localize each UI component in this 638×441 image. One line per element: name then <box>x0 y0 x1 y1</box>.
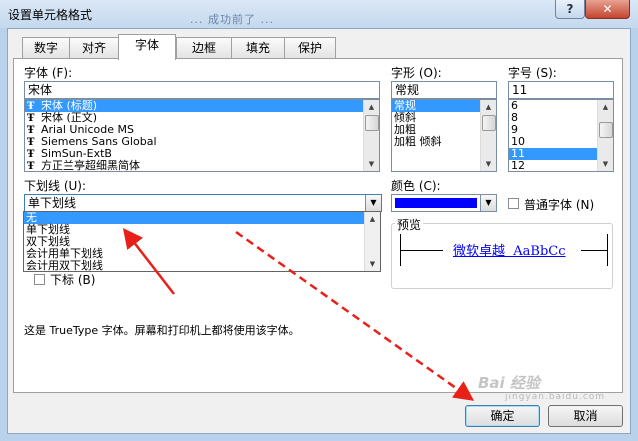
tab-number[interactable]: 数字 <box>22 37 70 59</box>
scroll-down-icon[interactable]: ▼ <box>364 157 379 171</box>
preview-frame: 微软卓越 AaBbCc <box>400 234 608 266</box>
scroll-down-icon[interactable]: ▼ <box>481 157 496 171</box>
tab-border[interactable]: 边框 <box>176 37 232 59</box>
close-icon: ✕ <box>602 2 613 16</box>
font-input[interactable]: 宋体 <box>24 81 380 99</box>
preview-baseline-right <box>581 250 607 251</box>
font-list[interactable]: Ŧ 宋体 (标题) Ŧ 宋体 (正文) Ŧ Arial Unicode MS Ŧ Sie… <box>24 99 380 172</box>
preview-text: 微软卓越 AaBbCc <box>453 244 566 259</box>
normal-font-label: 普通字体 (N) <box>524 198 595 212</box>
style-list[interactable]: 常规 倾斜 加粗 加粗 倾斜 ▲ ▼ <box>391 99 497 172</box>
ok-button[interactable]: 确定 <box>465 405 540 427</box>
cancel-button[interactable]: 取消 <box>548 405 623 427</box>
size-list[interactable]: 6 8 9 10 11 12 ▲ ▼ <box>508 99 614 172</box>
subscript-checkbox[interactable] <box>34 274 45 285</box>
list-item[interactable]: Ŧ 方正兰亭超细黑简体 <box>25 160 379 172</box>
underline-value: 单下划线 <box>28 196 77 210</box>
help-button[interactable]: ? <box>555 0 585 19</box>
size-list-scrollbar[interactable]: ▲ ▼ <box>597 100 613 171</box>
scroll-up-icon[interactable]: ▲ <box>598 100 613 114</box>
scroll-up-icon[interactable]: ▲ <box>364 100 379 114</box>
preview-label: 预览 <box>395 216 424 233</box>
tab-font[interactable]: 字体 <box>118 34 176 60</box>
scroll-thumb[interactable] <box>365 115 379 131</box>
tab-fill[interactable]: 填充 <box>231 37 285 59</box>
close-button[interactable]: ✕ <box>585 0 630 19</box>
watermark-logo: Bai 经验 <box>478 374 540 392</box>
size-label: 字号 (S): <box>508 66 557 80</box>
scroll-thumb[interactable] <box>599 122 613 138</box>
scroll-down-icon[interactable]: ▼ <box>365 257 380 271</box>
underline-dropdown-list[interactable]: 无 单下划线 双下划线 会计用单下划线 会计用双下划线 ▲ ▼ <box>23 211 381 272</box>
chevron-down-icon[interactable]: ▼ <box>365 195 381 211</box>
title-bar: 设置单元格格式 ... 成功前了 ... ? ✕ <box>0 0 638 28</box>
scroll-up-icon[interactable]: ▲ <box>365 212 380 226</box>
style-input[interactable]: 常规 <box>391 81 497 99</box>
style-list-scrollbar[interactable]: ▲ ▼ <box>480 100 496 171</box>
subscript-label: 下标 (B) <box>50 273 96 287</box>
scroll-thumb[interactable] <box>482 115 496 131</box>
list-item[interactable]: 会计用双下划线 <box>24 260 380 272</box>
scroll-up-icon[interactable]: ▲ <box>481 100 496 114</box>
truetype-icon: Ŧ <box>27 161 35 172</box>
truetype-info-text: 这是 TrueType 字体。屏幕和打印机上都将使用该字体。 <box>24 324 300 337</box>
scroll-down-icon[interactable]: ▼ <box>598 157 613 171</box>
tab-protection[interactable]: 保护 <box>284 37 336 59</box>
list-item[interactable]: 单下划线 <box>24 224 380 236</box>
dropdown-scrollbar[interactable]: ▲ ▼ <box>364 212 380 271</box>
font-list-scrollbar[interactable]: ▲ ▼ <box>363 100 379 171</box>
background-window-text: ... 成功前了 ... <box>190 13 274 26</box>
color-label: 颜色 (C): <box>391 179 441 193</box>
chevron-down-icon[interactable]: ▼ <box>480 195 496 211</box>
font-label: 字体 (F): <box>24 66 73 80</box>
style-label: 字形 (O): <box>391 66 442 80</box>
list-item[interactable]: 无 <box>24 212 380 224</box>
help-icon: ? <box>566 2 574 16</box>
underline-label: 下划线 (U): <box>24 179 87 193</box>
color-swatch <box>395 198 477 208</box>
underline-combo[interactable]: 单下划线 ▼ <box>24 194 382 212</box>
tab-alignment[interactable]: 对齐 <box>69 37 119 59</box>
watermark-url: jingyan.baidu.com <box>505 392 606 402</box>
size-input[interactable]: 11 <box>508 81 614 99</box>
color-picker[interactable]: ▼ <box>391 194 497 212</box>
preview-baseline-left <box>401 250 443 251</box>
dialog-title: 设置单元格格式 <box>8 8 93 22</box>
normal-font-checkbox[interactable] <box>508 198 519 209</box>
